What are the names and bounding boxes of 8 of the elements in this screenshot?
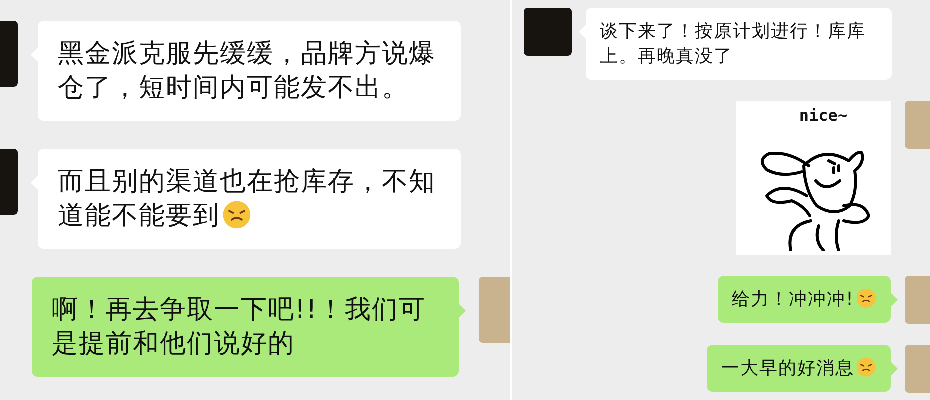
message-text: 黑金派克服先缓缓，品牌方说爆仓了，短时间内可能发不出。 <box>58 39 436 103</box>
sticker-caption: nice~ <box>799 106 848 126</box>
message-text: 一大早的好消息 <box>721 358 854 379</box>
avatar[interactable] <box>524 8 572 56</box>
message-text: 谈下来了！按原计划进行！库库上。再晚真没了 <box>600 21 866 67</box>
message-text: 啊！再去争取一下吧!!！我们可是提前和他们说好的 <box>52 295 426 359</box>
message-text: 给力！冲冲冲! <box>732 289 854 310</box>
message-text: 而且别的渠道也在抢库存，不知道能不能要到 <box>58 167 436 231</box>
